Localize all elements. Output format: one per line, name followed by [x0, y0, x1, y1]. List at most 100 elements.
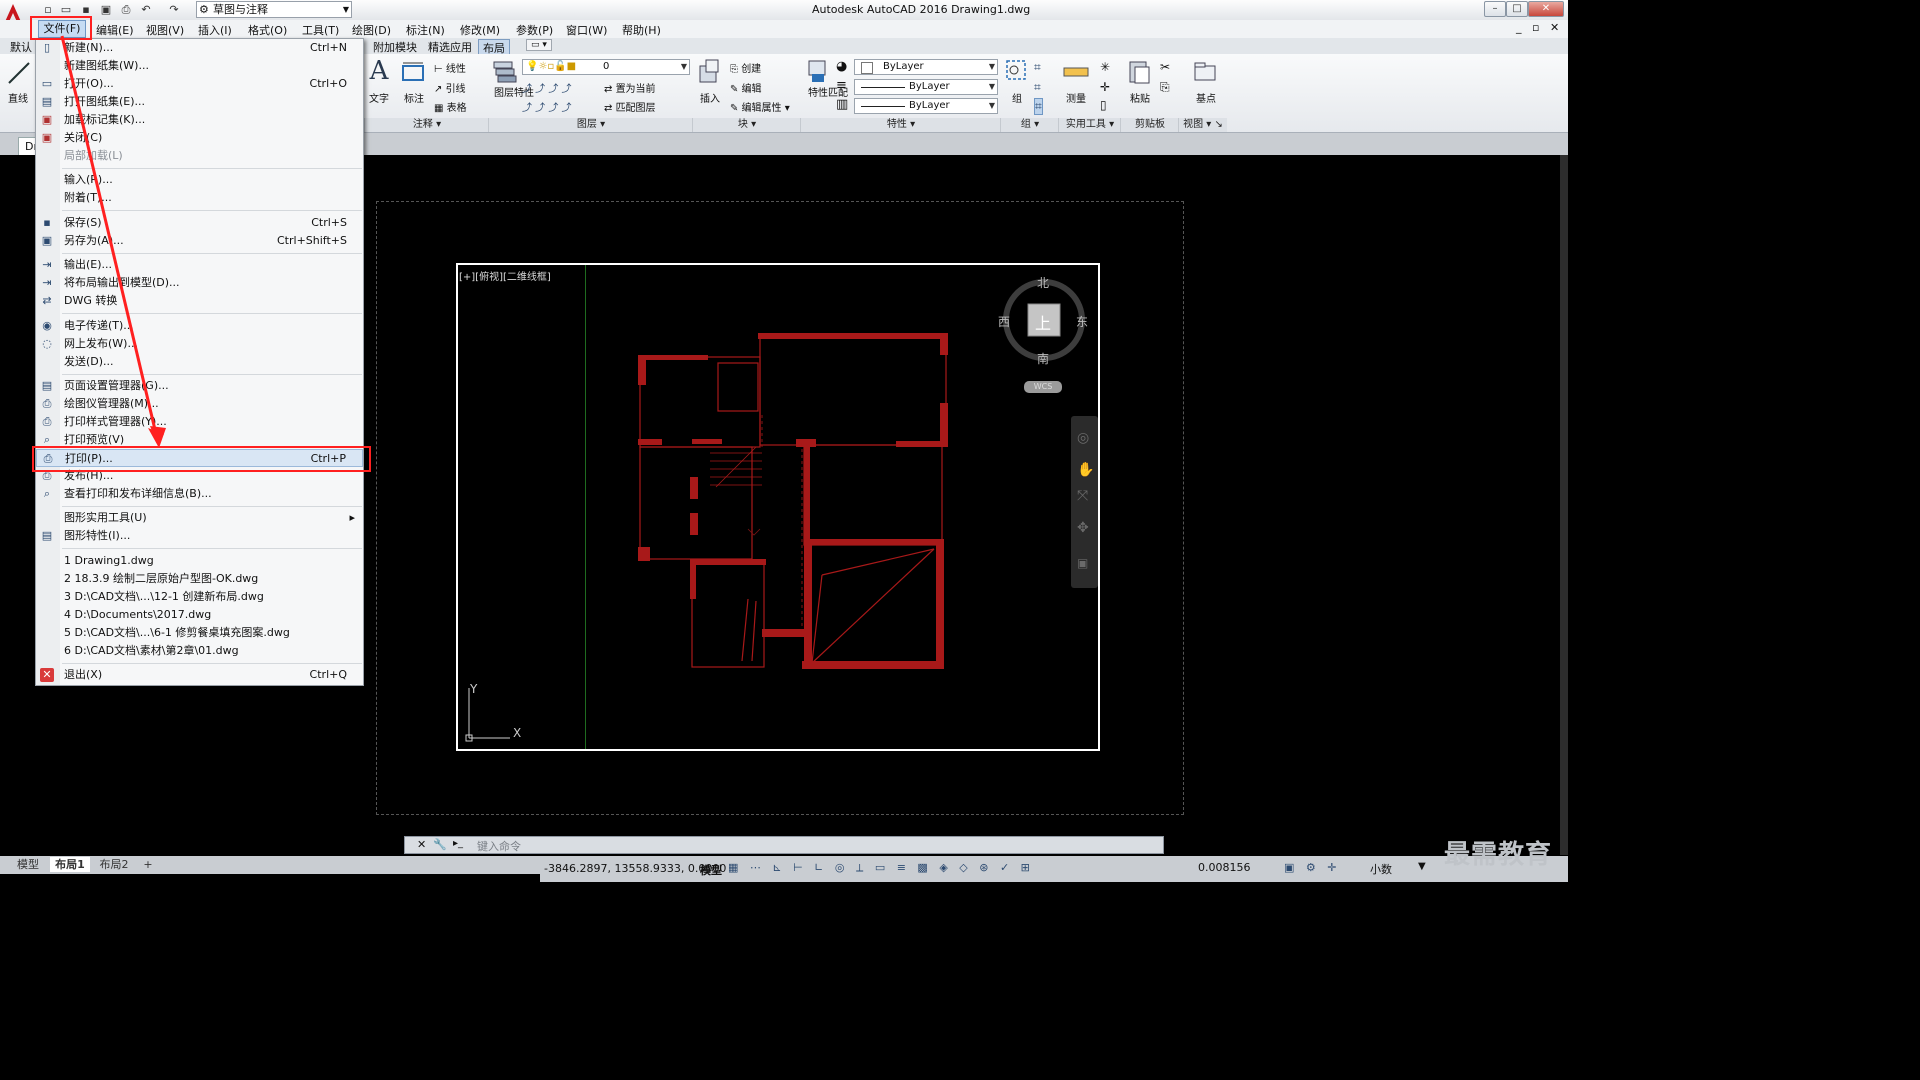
close-icon[interactable]: ✕ — [417, 838, 426, 851]
viewcube-south[interactable]: 南 — [1037, 350, 1049, 367]
dimension-tool-icon[interactable] — [400, 60, 426, 86]
table-button[interactable]: ▦ 表格 — [434, 99, 467, 114]
insert-block-icon[interactable] — [696, 58, 722, 86]
menu-dimension[interactable]: 标注(N) — [406, 22, 445, 38]
menu-parametric[interactable]: 参数(P) — [516, 22, 553, 38]
match-properties-icon[interactable] — [806, 58, 830, 86]
create-block-button[interactable]: ⎘ 创建 — [730, 60, 761, 75]
calculator-icon[interactable]: ▯ — [1100, 98, 1107, 112]
edit-attributes-button[interactable]: ✎ 编辑属性 ▾ — [730, 99, 790, 114]
tab-featured-apps[interactable]: 精选应用 — [428, 39, 472, 55]
menu-modify[interactable]: 修改(M) — [460, 22, 500, 38]
lineweight-icon[interactable]: ≡ — [836, 78, 847, 93]
menu-item-exit[interactable]: ✕ 退出(X) Ctrl+Q — [36, 666, 363, 684]
recent-file-item[interactable]: 2 18.3.9 绘制二层原始户型图-OK.dwg — [36, 570, 363, 588]
dimension-tool-label[interactable]: 标注 — [404, 90, 424, 105]
qat-open-icon[interactable]: ▭ — [58, 2, 74, 17]
group-icon[interactable] — [1004, 58, 1028, 82]
viewcube-east[interactable]: 东 — [1076, 313, 1088, 330]
group-edit-icon[interactable]: ⌗ — [1034, 80, 1041, 95]
menu-item-drawing-utilities[interactable]: 图形实用工具(U) ▸ — [36, 509, 363, 527]
status-tools[interactable]: ▣ ⚙ ✛ — [1284, 861, 1340, 874]
menu-insert[interactable]: 插入(I) — [198, 22, 232, 38]
annotation-scale[interactable]: 0.008156 — [1198, 861, 1251, 874]
qat-print-icon[interactable]: ⎙ — [118, 2, 134, 17]
layer-select[interactable]: 💡☼▫🔓■ 0 ▼ — [522, 59, 690, 75]
tab-default[interactable]: 默认 — [10, 39, 32, 55]
group-panel-title[interactable]: 组 ▾ — [1000, 118, 1059, 132]
quick-select-icon[interactable]: ✳ — [1100, 60, 1110, 74]
ribbon-options-button[interactable]: ▭ ▾ — [526, 39, 552, 51]
doc-restore-button[interactable]: ▫ — [1532, 21, 1539, 34]
menu-window[interactable]: 窗口(W) — [566, 22, 607, 38]
tab-layout1[interactable]: 布局1 — [50, 857, 90, 872]
tab-model[interactable]: 模型 — [8, 857, 48, 872]
set-current-button[interactable]: ⇄ 置为当前 — [604, 80, 656, 95]
viewcube-top-face[interactable]: 上 — [1035, 310, 1051, 334]
paste-label[interactable]: 粘贴 — [1130, 90, 1150, 105]
layer-tools-row2[interactable]: ⤴ ⤴ ⤴ ⤴ — [522, 99, 572, 114]
point-icon[interactable]: ✛ — [1100, 80, 1110, 94]
command-line[interactable]: ✕ 🔧 ▸_ 键入命令 — [404, 836, 1164, 854]
recent-file-item[interactable]: 1 Drawing1.dwg — [36, 552, 363, 570]
properties-panel-title[interactable]: 特性 ▾ — [800, 118, 1001, 132]
text-tool-label[interactable]: 文字 — [369, 90, 389, 105]
add-layout-button[interactable]: + — [140, 857, 156, 872]
qat-redo-icon[interactable]: ↷ — [166, 2, 182, 17]
line-tool-icon[interactable] — [6, 60, 32, 86]
steering-wheel-icon[interactable]: ◎ — [1077, 430, 1089, 446]
doc-close-button[interactable]: ✕ — [1550, 21, 1559, 34]
wrench-icon[interactable]: 🔧 — [433, 838, 447, 851]
lineweight-select[interactable]: ByLayer ▼ — [854, 98, 998, 114]
qat-saveas-icon[interactable]: ▣ — [98, 2, 114, 17]
color-select[interactable]: ByLayer ▼ — [854, 59, 998, 75]
linear-dim-button[interactable]: ⊢ 线性 — [434, 60, 466, 75]
copy-icon[interactable]: ⎘ — [1160, 80, 1170, 95]
viewcube-north[interactable]: 北 — [1037, 274, 1049, 291]
qat-new-icon[interactable]: ▫ — [40, 2, 56, 17]
match-properties-label[interactable]: 特性匹配 — [808, 88, 848, 99]
pan-icon[interactable]: ✋ — [1077, 462, 1094, 478]
minimize-button[interactable]: – — [1484, 1, 1506, 17]
block-panel-title[interactable]: 块 ▾ — [692, 118, 801, 132]
layers-panel-title[interactable]: 图层 ▾ — [488, 118, 693, 132]
layer-tools-row1[interactable]: ⤴ ⤴ ⤴ ⤴ — [522, 80, 572, 95]
match-layer-button[interactable]: ⇄ 匹配图层 — [604, 99, 656, 114]
command-input[interactable]: 键入命令 — [477, 838, 521, 854]
recent-file-item[interactable]: 5 D:\CAD文档\...\6-1 修剪餐桌填充图案.dwg — [36, 624, 363, 642]
recent-file-item[interactable]: 4 D:\Documents\2017.dwg — [36, 606, 363, 624]
chevron-down-icon[interactable]: ▼ — [1418, 861, 1426, 872]
menu-item-drawing-properties[interactable]: ▤ 图形特性(I)... — [36, 527, 363, 545]
qat-undo-icon[interactable]: ↶ — [138, 2, 154, 17]
recent-file-item[interactable]: 6 D:\CAD文档\素材\第2章\01.dwg — [36, 642, 363, 660]
group-select-icon[interactable]: ⌗ — [1034, 98, 1043, 115]
maximize-button[interactable]: □ — [1506, 1, 1528, 17]
units-select[interactable]: 小数 — [1370, 861, 1392, 877]
edit-block-button[interactable]: ✎ 编辑 — [730, 80, 762, 95]
base-view-icon[interactable] — [1192, 60, 1218, 84]
wcs-menu[interactable]: WCS — [1024, 381, 1062, 393]
group-label[interactable]: 组 — [1012, 90, 1022, 105]
doc-minimize-button[interactable]: _ — [1516, 21, 1522, 34]
measure-label[interactable]: 测量 — [1066, 90, 1086, 105]
tab-layout2[interactable]: 布局2 — [94, 857, 134, 872]
utilities-panel-title[interactable]: 实用工具 ▾ — [1058, 118, 1121, 132]
tab-addins[interactable]: 附加模块 — [373, 39, 417, 55]
text-tool-icon[interactable]: A — [368, 56, 390, 86]
close-window-button[interactable]: ✕ — [1528, 1, 1564, 17]
base-view-label[interactable]: 基点 — [1196, 90, 1216, 105]
menu-item-plot-details[interactable]: ⌕ 查看打印和发布详细信息(B)... — [36, 485, 363, 503]
workspace-select[interactable]: ⚙ 草图与注释 ▼ — [196, 1, 352, 18]
showmotion-icon[interactable]: ▣ — [1077, 556, 1088, 570]
transparency-icon[interactable]: ▥ — [836, 97, 848, 112]
annotation-panel-title[interactable]: 注释 ▾ — [364, 118, 489, 132]
insert-block-label[interactable]: 插入 — [700, 90, 720, 105]
linetype-select[interactable]: ByLayer ▼ — [854, 79, 998, 95]
vertical-scrollbar[interactable] — [1560, 155, 1568, 855]
orbit-icon[interactable]: ✥ — [1077, 520, 1089, 536]
menu-format[interactable]: 格式(O) — [248, 22, 287, 38]
clipboard-panel-title[interactable]: 剪贴板 — [1120, 118, 1179, 132]
paste-icon[interactable] — [1126, 58, 1152, 86]
ungroup-icon[interactable]: ⌗ — [1034, 60, 1041, 75]
qat-save-icon[interactable]: ▪ — [78, 2, 94, 17]
